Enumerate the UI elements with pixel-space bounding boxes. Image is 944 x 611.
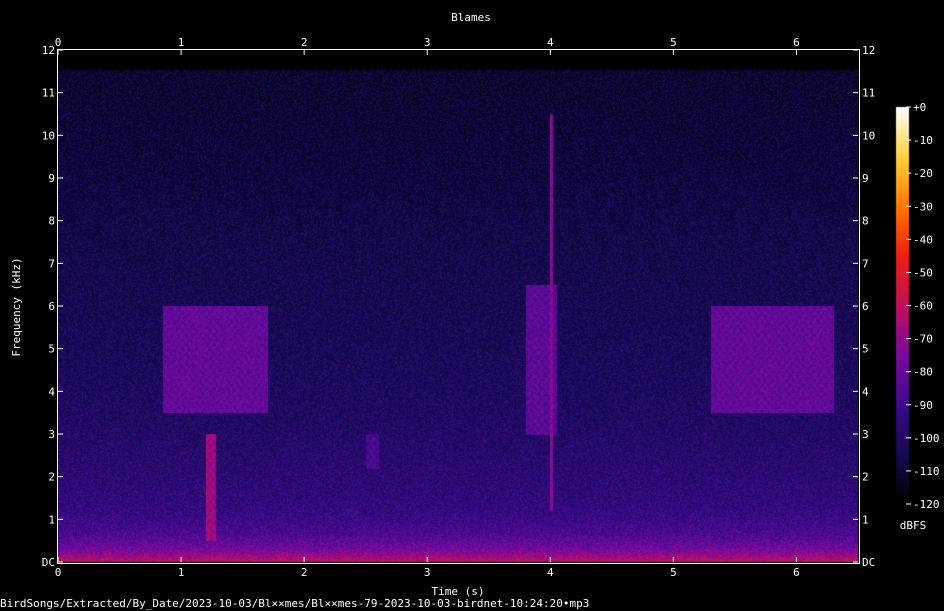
y-tick-label-left: DC (42, 556, 55, 569)
x-tick-label-bottom: 2 (301, 566, 308, 579)
y-tick-label-right: 6 (862, 300, 869, 313)
y-tick-label-right: 4 (862, 385, 869, 398)
x-tick-label-top: 3 (424, 36, 431, 49)
y-tick-label-right: 8 (862, 215, 869, 228)
y-tick-label-left: 8 (48, 215, 55, 228)
y-tick-label-left: 6 (48, 300, 55, 313)
axes-group: 00112233445566DC DC1 12 23 34 45 56 67 78 89 910 10… (42, 36, 876, 579)
colorbar-tick-label: +0 (913, 101, 926, 114)
y-tick-label-left: 10 (42, 129, 55, 142)
y-tick-label-right: 5 (862, 343, 869, 356)
y-tick-label-right: 2 (862, 471, 869, 484)
y-tick-label-left: 2 (48, 471, 55, 484)
colorbar-tick-label: -80 (913, 366, 933, 379)
y-tick-label-right: DC (862, 556, 875, 569)
x-tick-label-bottom: 5 (670, 566, 677, 579)
colorbar-tick-label: -100 (913, 432, 940, 445)
colorbar: +0 -10 -20 -30 -40 -50 -60 -70 -80 -90 -100 -110 -12… (906, 101, 940, 511)
x-tick-label-bottom: 0 (55, 566, 62, 579)
y-tick-label-right: 3 (862, 428, 869, 441)
x-tick-label-top: 5 (670, 36, 677, 49)
colorbar-tick-label: -50 (913, 266, 933, 279)
x-tick-label-bottom: 1 (178, 566, 185, 579)
y-tick-label-right: 9 (862, 172, 869, 185)
y-tick-label-right: 7 (862, 257, 869, 270)
y-tick-label-right: 10 (862, 129, 875, 142)
colorbar-label: dBFS (900, 519, 927, 532)
colorbar-tick-label: -40 (913, 233, 933, 246)
spectrogram-chart: Blames Time (s) Frequency (kHz) 00112233… (0, 11, 940, 610)
colorbar-tick-label: -120 (913, 498, 940, 511)
colorbar-tick-label: -30 (913, 200, 933, 213)
colorbar-tick-label: -60 (913, 300, 933, 313)
y-tick-label-left: 7 (48, 257, 55, 270)
x-tick-label-bottom: 4 (547, 566, 554, 579)
colorbar-tick-label: -10 (913, 134, 933, 147)
y-tick-label-left: 4 (48, 385, 55, 398)
x-tick-label-bottom: 6 (793, 566, 800, 579)
y-tick-label-left: 12 (42, 44, 55, 57)
x-tick-label-bottom: 3 (424, 566, 431, 579)
y-tick-label-left: 1 (48, 513, 55, 526)
colorbar-tick-label: -110 (913, 465, 940, 478)
y-axis-label: Frequency (kHz) (10, 257, 23, 356)
x-tick-label-top: 4 (547, 36, 554, 49)
footer-filename: BirdSongs/Extracted/By_Date/2023-10-03/B… (0, 597, 589, 610)
x-tick-label-top: 1 (178, 36, 185, 49)
chart-title: Blames (451, 11, 491, 24)
x-tick-label-top: 0 (55, 36, 62, 49)
colorbar-tick-label: -90 (913, 399, 933, 412)
y-tick-label-left: 9 (48, 172, 55, 185)
y-tick-label-right: 1 (862, 513, 869, 526)
x-tick-label-top: 2 (301, 36, 308, 49)
colorbar-tick-label: -20 (913, 167, 933, 180)
y-tick-label-left: 3 (48, 428, 55, 441)
y-tick-label-right: 12 (862, 44, 875, 57)
x-tick-label-top: 6 (793, 36, 800, 49)
plot-frame (57, 49, 860, 564)
y-tick-label-left: 5 (48, 343, 55, 356)
y-tick-label-left: 11 (42, 87, 55, 100)
y-tick-label-right: 11 (862, 87, 875, 100)
colorbar-tick-label: -70 (913, 333, 933, 346)
